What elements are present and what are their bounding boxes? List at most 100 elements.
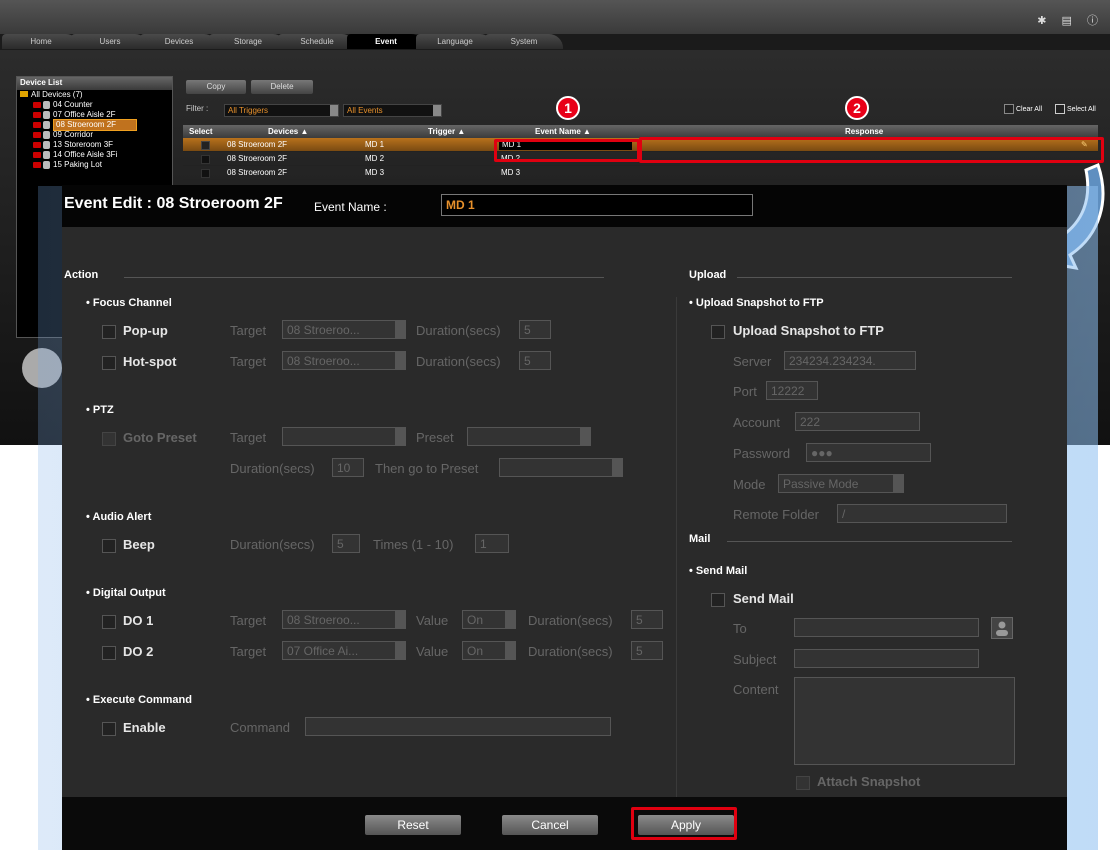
account-input[interactable]: 222: [795, 412, 920, 431]
rec-icon: [33, 102, 41, 108]
command-label: Command: [230, 720, 290, 735]
window-icons[interactable]: ✱ ▤ ⓘ: [1037, 12, 1104, 28]
col-devices[interactable]: Devices ▲: [268, 125, 308, 138]
row-device: 08 Stroeroom 2F: [227, 154, 288, 163]
audio-alert-label: Audio Alert: [92, 511, 152, 523]
col-event-name[interactable]: Event Name ▲: [535, 125, 591, 138]
beep-times-input[interactable]: 1: [475, 534, 509, 553]
tab-schedule[interactable]: Schedule: [278, 34, 356, 49]
subject-input[interactable]: [794, 649, 979, 668]
tab-users[interactable]: Users: [71, 34, 149, 49]
reset-button[interactable]: Reset: [365, 815, 461, 835]
filter-label: Filter :: [186, 104, 209, 113]
device-tree-root[interactable]: All Devices (7): [17, 90, 172, 100]
do2-duration-input[interactable]: 5: [631, 641, 663, 660]
server-input[interactable]: 234234.234234.: [784, 351, 916, 370]
dialog-title: Event Edit : 08 Stroeroom 2F: [64, 195, 283, 212]
trigger-filter-select[interactable]: All Triggers: [224, 104, 339, 117]
row-checkbox[interactable]: [201, 155, 210, 164]
device-item[interactable]: 04 Counter: [17, 100, 172, 110]
beep-duration-input[interactable]: 5: [332, 534, 360, 553]
remote-folder-label: Remote Folder: [733, 507, 819, 522]
camera-icon: [43, 161, 50, 169]
enable-command-checkbox[interactable]: [102, 722, 116, 736]
device-item[interactable]: 13 Storeroom 3F: [17, 140, 172, 150]
tab-system[interactable]: System: [485, 34, 563, 49]
mail-section-title: Mail: [689, 533, 711, 545]
remote-folder-input[interactable]: /: [837, 504, 1007, 523]
do2-checkbox[interactable]: [102, 646, 116, 660]
focus-channel-title: • Focus Channel: [86, 297, 172, 309]
command-input[interactable]: [305, 717, 611, 736]
popup-target-select[interactable]: 08 Stroeroo...: [282, 320, 406, 339]
device-item[interactable]: 15 Paking Lot: [17, 160, 172, 170]
ptz-duration-input[interactable]: 10: [332, 458, 364, 477]
popup-label: Pop-up: [123, 323, 168, 338]
digital-output-label: Digital Output: [92, 587, 166, 599]
tab-home[interactable]: Home: [2, 34, 80, 49]
do2-target-label: Target: [230, 644, 267, 659]
ftp-title: • Upload Snapshot to FTP: [689, 297, 824, 309]
password-input[interactable]: ●●●: [806, 443, 931, 462]
tab-event[interactable]: Event: [347, 34, 425, 49]
tab-devices[interactable]: Devices: [140, 34, 218, 49]
clear-all-toggle[interactable]: Clear All: [1004, 104, 1042, 114]
then-preset-select[interactable]: [499, 458, 623, 477]
popup-duration-input[interactable]: 5: [519, 320, 551, 339]
do1-value-select[interactable]: On: [462, 610, 516, 629]
attach-snapshot-checkbox[interactable]: [796, 776, 810, 790]
device-label: 04 Counter: [53, 100, 93, 109]
tab-language[interactable]: Language: [416, 34, 494, 49]
to-input[interactable]: [794, 618, 979, 637]
row-checkbox[interactable]: [201, 169, 210, 178]
device-item[interactable]: 14 Office Aisle 3Fi: [17, 150, 172, 160]
event-filter-select[interactable]: All Events: [343, 104, 442, 117]
popup-target-label: Target: [230, 323, 267, 338]
goto-preset-checkbox[interactable]: [102, 432, 116, 446]
dialog-event-name-input[interactable]: MD 1: [441, 194, 753, 216]
ftp-checkbox[interactable]: [711, 325, 725, 339]
row-checkbox[interactable]: [201, 141, 210, 150]
tab-storage[interactable]: Storage: [209, 34, 287, 49]
select-all-toggle[interactable]: Select All: [1055, 104, 1096, 114]
hotspot-duration-input[interactable]: 5: [519, 351, 551, 370]
chevron-down-icon: [505, 642, 515, 659]
do1-duration-input[interactable]: 5: [631, 610, 663, 629]
hotspot-target-select[interactable]: 08 Stroeroo...: [282, 351, 406, 370]
device-list-title: Device List: [17, 77, 172, 90]
col-select[interactable]: Select: [189, 125, 213, 138]
dialog-titlebar: Event Edit : 08 Stroeroom 2F Event Name …: [62, 185, 1067, 227]
hotspot-checkbox[interactable]: [102, 356, 116, 370]
ptz-target-select[interactable]: [282, 427, 406, 446]
col-trigger[interactable]: Trigger ▲: [428, 125, 465, 138]
ptz-preset-select[interactable]: [467, 427, 591, 446]
dialog-body: Action Upload • Focus Channel Pop-up Tar…: [62, 227, 1067, 817]
do1-target-select[interactable]: 08 Stroeroo...: [282, 610, 406, 629]
copy-button[interactable]: Copy: [186, 80, 246, 94]
send-mail-checkbox[interactable]: [711, 593, 725, 607]
do2-value-label: Value: [416, 644, 449, 659]
ptz-title: • PTZ: [86, 404, 114, 416]
rec-icon: [33, 152, 41, 158]
popup-checkbox[interactable]: [102, 325, 116, 339]
delete-button[interactable]: Delete: [251, 80, 313, 94]
clear-all-checkbox[interactable]: [1004, 104, 1014, 114]
contact-picker-icon[interactable]: [991, 617, 1013, 639]
port-input[interactable]: 12222: [766, 381, 818, 400]
table-row[interactable]: 08 Stroeroom 2F MD 3 MD 3: [183, 166, 1098, 180]
do2-duration-label: Duration(secs): [528, 644, 613, 659]
device-item-selected[interactable]: 08 Stroeroom 2F: [17, 119, 172, 131]
device-item[interactable]: 09 Corridor: [17, 130, 172, 140]
popup-duration-label: Duration(secs): [416, 323, 501, 338]
do1-checkbox[interactable]: [102, 615, 116, 629]
beep-label: Beep: [123, 537, 155, 552]
to-label: To: [733, 621, 747, 636]
content-textarea[interactable]: [794, 677, 1015, 765]
do2-target-select[interactable]: 07 Office Ai...: [282, 641, 406, 660]
divider: [124, 277, 604, 278]
cancel-button[interactable]: Cancel: [502, 815, 598, 835]
select-all-checkbox[interactable]: [1055, 104, 1065, 114]
mode-select[interactable]: Passive Mode: [778, 474, 904, 493]
beep-checkbox[interactable]: [102, 539, 116, 553]
do2-value-select[interactable]: On: [462, 641, 516, 660]
